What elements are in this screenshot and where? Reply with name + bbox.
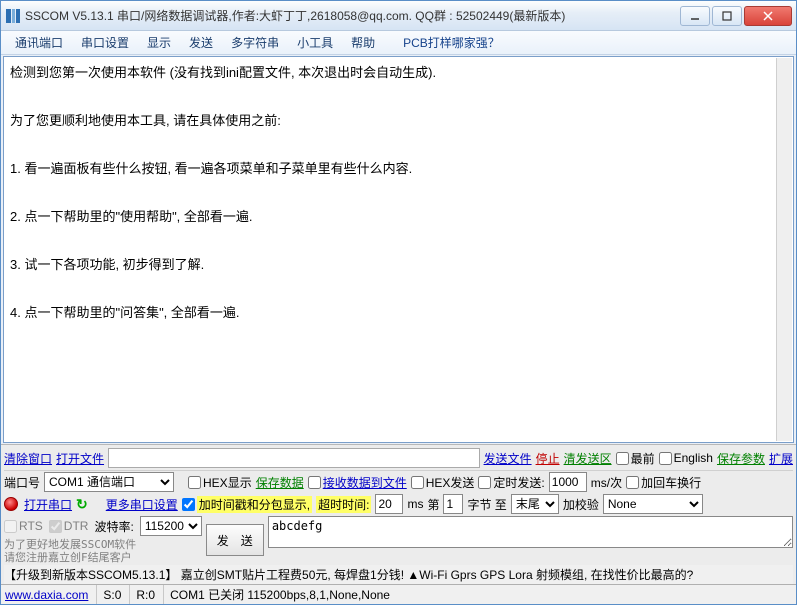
receive-text: 检测到您第一次使用本软件 (没有找到ini配置文件, 本次退出时会自动生成). … <box>10 61 787 325</box>
menu-tools[interactable]: 小工具 <box>289 32 341 53</box>
menu-display[interactable]: 显示 <box>139 32 179 53</box>
app-window: SSCOM V5.13.1 串口/网络数据调试器,作者:大虾丁丁,2618058… <box>0 0 797 605</box>
dtr-checkbox[interactable]: DTR <box>49 519 89 533</box>
menu-multistring[interactable]: 多字符串 <box>223 32 287 53</box>
more-port-settings-button[interactable]: 更多串口设置 <box>106 496 178 513</box>
title-bar: SSCOM V5.13.1 串口/网络数据调试器,作者:大虾丁丁,2618058… <box>1 1 796 31</box>
menu-promo-link[interactable]: PCB打样哪家强？ <box>403 34 500 51</box>
bottom-promo-text[interactable]: 【升级到新版本SSCOM5.13.1】 嘉立创SMT贴片工程费50元, 每焊盘1… <box>4 566 693 583</box>
minimize-button[interactable] <box>680 6 710 26</box>
settings-row-2: 打开串口 ↻ 更多串口设置 加时间戳和分包显示, 超时时间: ms 第 字节 至… <box>4 493 793 515</box>
open-file-button[interactable]: 打开文件 <box>56 450 104 467</box>
di-label: 第 <box>427 496 439 513</box>
hex-send-checkbox[interactable]: HEX发送 <box>411 474 475 491</box>
window-title: SSCOM V5.13.1 串口/网络数据调试器,作者:大虾丁丁,2618058… <box>25 7 680 24</box>
send-interval-input[interactable] <box>549 472 587 492</box>
menu-help[interactable]: 帮助 <box>343 32 383 53</box>
save-data-button[interactable]: 保存数据 <box>256 474 304 491</box>
clear-send-button[interactable]: 清发送区 <box>564 450 612 467</box>
vertical-scrollbar[interactable] <box>776 58 792 441</box>
msper-label: ms/次 <box>591 474 622 491</box>
rts-checkbox[interactable]: RTS <box>4 519 43 533</box>
menu-port-settings[interactable]: 串口设置 <box>73 32 137 53</box>
settings-row-3: RTS DTR 波特率: 115200 为了更好地发展SSCOM软件 请您注册嘉… <box>4 515 793 565</box>
pkt-end-select[interactable]: 末尾 <box>511 494 559 514</box>
app-icon <box>5 8 21 24</box>
port-select[interactable]: COM1 通信端口 <box>44 472 174 492</box>
baud-select[interactable]: 115200 <box>140 516 202 536</box>
send-button[interactable]: 发 送 <box>206 524 264 556</box>
receive-textarea[interactable]: 检测到您第一次使用本软件 (没有找到ini配置文件, 本次退出时会自动生成). … <box>3 56 794 443</box>
expand-button[interactable]: 扩展 <box>769 450 793 467</box>
timeout-label: 超时时间: <box>316 496 371 513</box>
menu-bar: 通讯端口 串口设置 显示 发送 多字符串 小工具 帮助 PCB打样哪家强？ <box>1 31 796 55</box>
timeout-input[interactable] <box>375 494 403 514</box>
timestamp-checkbox[interactable]: 加时间戳和分包显示, <box>182 496 312 513</box>
status-recv: R:0 <box>129 585 155 604</box>
ms-label: ms <box>407 497 423 511</box>
maximize-button[interactable] <box>712 6 742 26</box>
file-path-field[interactable] <box>108 448 480 468</box>
actions-row: 清除窗口 打开文件 发送文件 停止 清发送区 最前 English 保存参数 扩… <box>4 447 793 471</box>
timed-send-checkbox[interactable]: 定时发送: <box>478 474 544 491</box>
menu-send[interactable]: 发送 <box>181 32 221 53</box>
port-status-icon <box>4 497 18 511</box>
byte-to-label: 字节 至 <box>467 496 506 513</box>
baud-label: 波特率: <box>94 518 133 535</box>
status-sent: S:0 <box>96 585 121 604</box>
refresh-icon[interactable]: ↻ <box>76 496 88 513</box>
timestamp-check-input <box>182 498 195 511</box>
save-params-button[interactable]: 保存参数 <box>717 450 765 467</box>
status-url[interactable]: www.daxia.com <box>5 588 88 602</box>
add-crlf-checkbox[interactable]: 加回车换行 <box>626 474 701 491</box>
close-button[interactable] <box>744 6 792 26</box>
window-buttons <box>680 6 792 26</box>
settings-row-1: 端口号 COM1 通信端口 HEX显示 保存数据 接收数据到文件 HEX发送 定… <box>4 471 793 493</box>
hex-show-checkbox[interactable]: HEX显示 <box>188 474 252 491</box>
recv-to-file-checkbox[interactable]: 接收数据到文件 <box>308 474 407 491</box>
promo-gray-text: 为了更好地发展SSCOM软件 请您注册嘉立创F结尾客户 <box>4 538 202 564</box>
english-checkbox[interactable]: English <box>659 451 713 465</box>
menu-comm-port[interactable]: 通讯端口 <box>7 32 71 53</box>
pkt-start-input[interactable] <box>443 494 463 514</box>
status-bar: www.daxia.com S:0 R:0 COM1 已关闭 115200bps… <box>1 584 796 604</box>
addcheck-label: 加校验 <box>563 496 599 513</box>
topmost-checkbox[interactable]: 最前 <box>616 450 655 467</box>
check-select[interactable]: None <box>603 494 703 514</box>
port-label: 端口号 <box>4 474 40 491</box>
clear-window-button[interactable]: 清除窗口 <box>4 450 52 467</box>
stop-button[interactable]: 停止 <box>536 450 560 467</box>
control-panel: 清除窗口 打开文件 发送文件 停止 清发送区 最前 English 保存参数 扩… <box>1 444 796 584</box>
bottom-promo-bar: 【升级到新版本SSCOM5.13.1】 嘉立创SMT贴片工程费50元, 每焊盘1… <box>4 565 793 584</box>
open-port-button[interactable]: 打开串口 <box>24 496 72 513</box>
send-file-button[interactable]: 发送文件 <box>484 450 532 467</box>
send-textarea[interactable] <box>268 516 793 548</box>
status-port-info: COM1 已关闭 115200bps,8,1,None,None <box>163 585 792 604</box>
